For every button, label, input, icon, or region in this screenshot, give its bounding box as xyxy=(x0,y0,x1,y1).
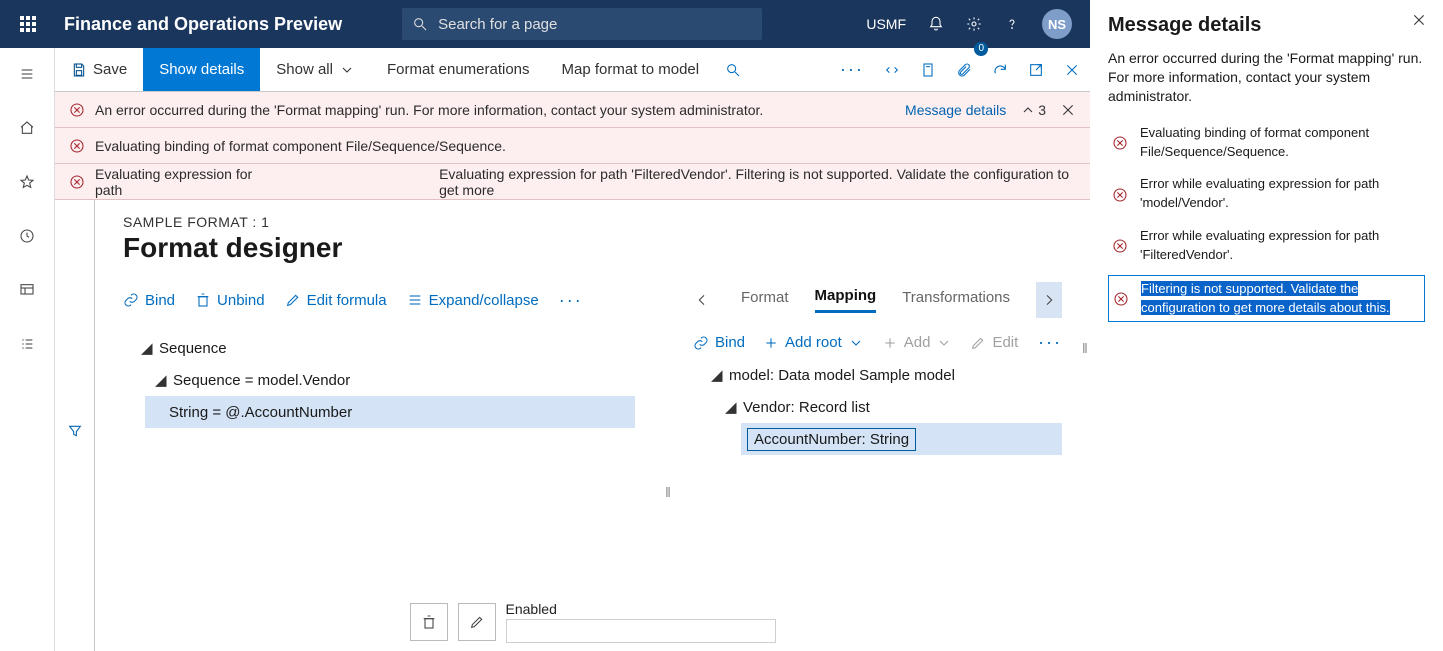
show-details-button[interactable]: Show details xyxy=(143,48,260,91)
left-more-icon[interactable]: ··· xyxy=(559,290,583,311)
app-launcher-icon[interactable] xyxy=(8,16,48,32)
more-actions-icon[interactable]: ··· xyxy=(830,48,874,91)
show-all-button[interactable]: Show all xyxy=(260,48,371,91)
user-avatar[interactable]: NS xyxy=(1042,9,1072,39)
modules-icon[interactable] xyxy=(9,330,45,358)
global-search[interactable]: Search for a page xyxy=(402,8,762,40)
panel-resize-handle[interactable]: ‖ xyxy=(1082,340,1088,356)
delete-icon[interactable] xyxy=(410,603,448,641)
error-icon xyxy=(69,138,85,154)
error-icon xyxy=(1110,175,1130,213)
attachments-badge: 0 xyxy=(974,42,988,56)
page-title: Format designer xyxy=(123,232,1062,264)
tab-transformations[interactable]: Transformations xyxy=(902,289,1010,312)
edit-formula-button[interactable]: Edit formula xyxy=(285,290,387,311)
map-format-to-model-button[interactable]: Map format to model xyxy=(546,48,716,91)
tree-node-selected[interactable]: AccountNumber: String xyxy=(741,423,1062,455)
panel-title: Message details xyxy=(1108,14,1425,37)
tree-node[interactable]: ◢Sequence xyxy=(135,332,663,364)
help-icon[interactable] xyxy=(1004,16,1020,32)
bell-icon[interactable] xyxy=(928,16,944,32)
error-icon xyxy=(1111,280,1131,318)
error-icon xyxy=(1110,227,1130,265)
action-search-icon[interactable] xyxy=(715,48,751,91)
error-banner-3: Evaluating expression for path Evaluatin… xyxy=(55,164,1090,200)
tree-node[interactable]: ◢Sequence = model.Vendor xyxy=(149,364,663,396)
error-text: Evaluating binding of format component F… xyxy=(95,138,506,154)
message-item-selected[interactable]: Filtering is not supported. Validate the… xyxy=(1108,275,1425,323)
message-item[interactable]: Error while evaluating expression for pa… xyxy=(1108,223,1425,269)
close-page-icon[interactable] xyxy=(1054,48,1090,91)
tabs-next-icon[interactable] xyxy=(1036,282,1062,318)
format-enumerations-button[interactable]: Format enumerations xyxy=(371,48,546,91)
expand-collapse-button[interactable]: Expand/collapse xyxy=(407,290,539,311)
app-title: Finance and Operations Preview xyxy=(58,14,342,35)
message-item[interactable]: Evaluating binding of format component F… xyxy=(1108,120,1425,166)
add-root-button[interactable]: Add root xyxy=(763,334,864,351)
right-more-icon[interactable]: ··· xyxy=(1038,332,1062,353)
tabs-prev-icon[interactable] xyxy=(689,282,715,318)
banner-collapse[interactable]: 3 xyxy=(1020,102,1046,118)
attachments-icon[interactable]: 0 xyxy=(946,48,982,91)
workspace-icon[interactable] xyxy=(9,276,45,304)
error-banner-1: An error occurred during the 'Format map… xyxy=(55,92,1090,128)
error-text: Evaluating expression for path xyxy=(95,166,269,198)
gear-icon[interactable] xyxy=(966,16,982,32)
save-button[interactable]: Save xyxy=(55,48,143,91)
star-icon[interactable] xyxy=(9,168,45,196)
refresh-icon[interactable] xyxy=(982,48,1018,91)
panel-close-icon[interactable] xyxy=(1411,12,1427,28)
tab-mapping[interactable]: Mapping xyxy=(815,287,877,313)
tree-node[interactable]: ◢Vendor: Record list xyxy=(719,391,1062,423)
bind-button[interactable]: Bind xyxy=(123,290,175,311)
error-icon xyxy=(69,174,85,190)
unbind-button[interactable]: Unbind xyxy=(195,290,265,311)
search-icon xyxy=(412,16,428,32)
add-button: Add xyxy=(882,334,953,351)
banner-close-icon[interactable] xyxy=(1060,102,1076,118)
save-label: Save xyxy=(93,61,127,78)
search-placeholder: Search for a page xyxy=(438,16,557,33)
home-icon[interactable] xyxy=(9,114,45,142)
error-text-2: Evaluating expression for path 'Filtered… xyxy=(439,166,1076,198)
company-picker[interactable]: USMF xyxy=(866,16,906,32)
office-icon[interactable] xyxy=(910,48,946,91)
enabled-label: Enabled xyxy=(506,601,776,617)
error-icon xyxy=(1110,124,1130,162)
tab-format[interactable]: Format xyxy=(741,289,789,312)
error-text: An error occurred during the 'Format map… xyxy=(95,102,763,118)
recent-icon[interactable] xyxy=(9,222,45,250)
message-item[interactable]: Error while evaluating expression for pa… xyxy=(1108,171,1425,217)
connector-icon[interactable] xyxy=(874,48,910,91)
edit-button: Edit xyxy=(970,334,1018,351)
enabled-input[interactable] xyxy=(506,619,776,643)
error-banner-2: Evaluating binding of format component F… xyxy=(55,128,1090,164)
panel-description: An error occurred during the 'Format map… xyxy=(1108,49,1425,106)
right-bind-button[interactable]: Bind xyxy=(693,334,745,351)
breadcrumb: SAMPLE FORMAT : 1 xyxy=(123,214,1062,230)
tree-node[interactable]: ◢model: Data model Sample model xyxy=(705,359,1062,391)
edit-icon[interactable] xyxy=(458,603,496,641)
message-details-link[interactable]: Message details xyxy=(905,102,1006,118)
tree-node-selected[interactable]: String = @.AccountNumber xyxy=(145,396,635,428)
hamburger-icon[interactable] xyxy=(9,60,45,88)
filter-icon[interactable] xyxy=(67,210,83,651)
popout-icon[interactable] xyxy=(1018,48,1054,91)
error-icon xyxy=(69,102,85,118)
